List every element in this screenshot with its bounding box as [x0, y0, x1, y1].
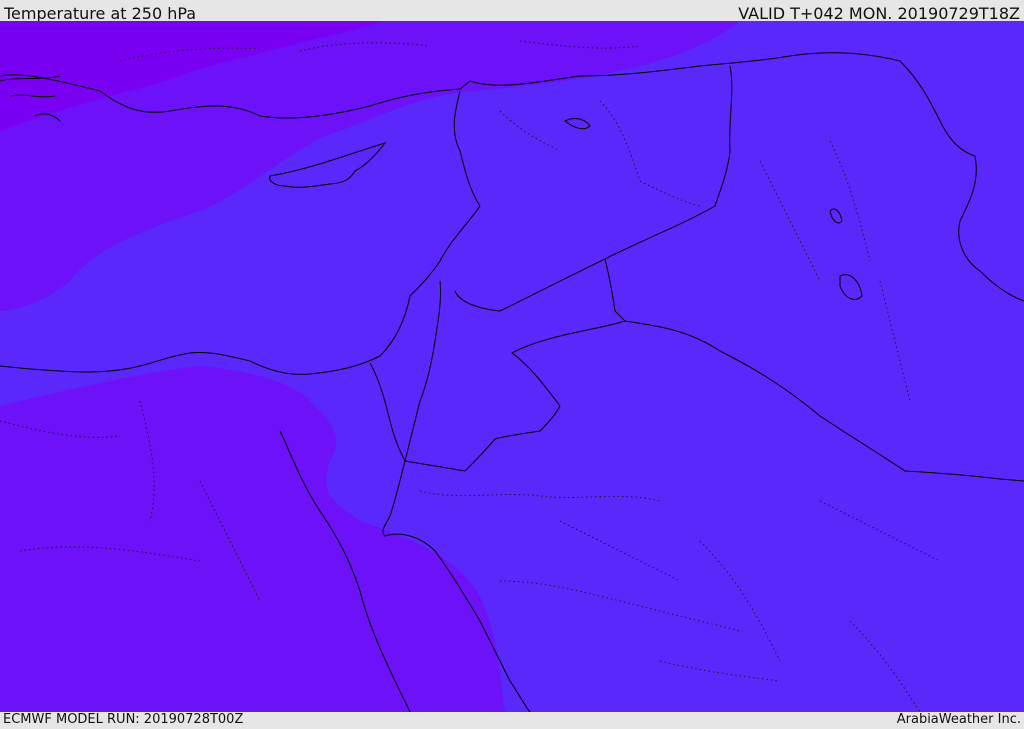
header-bar: Temperature at 250 hPa VALID T+042 MON. …	[0, 0, 1024, 23]
model-run-label: ECMWF MODEL RUN: 20190728T00Z	[3, 712, 244, 727]
credit-label: ArabiaWeather Inc.	[896, 712, 1021, 727]
footer-bar: ECMWF MODEL RUN: 20190728T00Z ArabiaWeat…	[0, 712, 1024, 729]
temperature-map	[0, 21, 1024, 712]
map-area[interactable]	[0, 21, 1024, 712]
